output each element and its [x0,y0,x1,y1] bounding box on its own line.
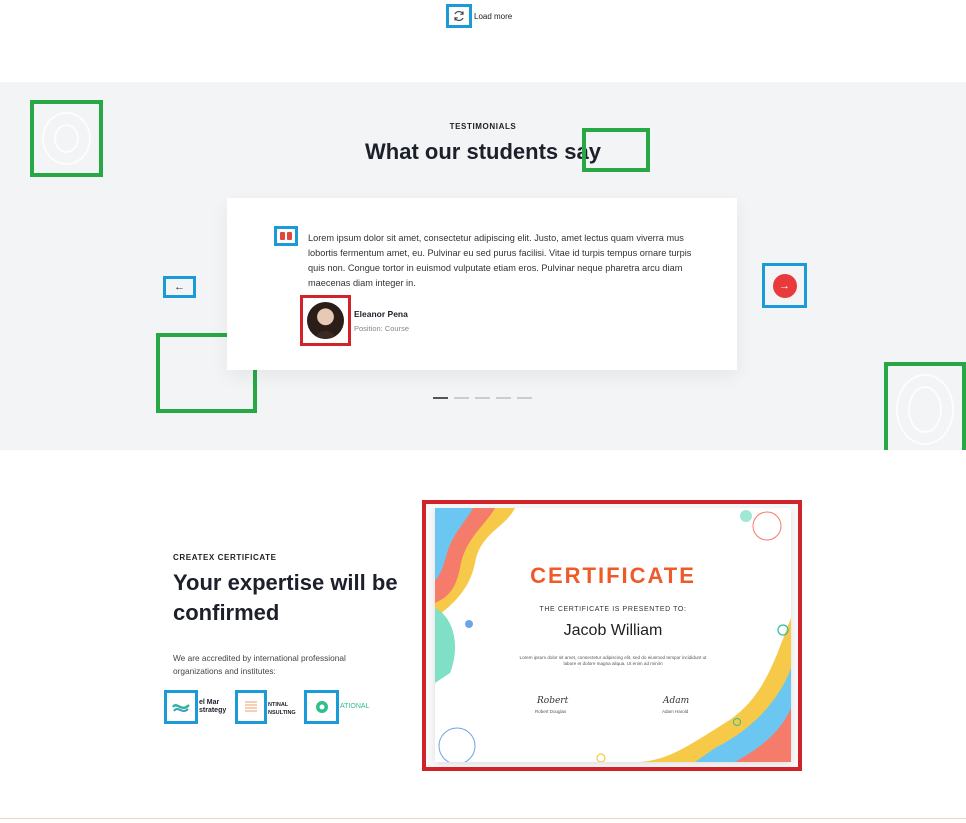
signature: Adam [663,696,690,706]
testimonials-section: TESTIMONIALS What our students say Lorem… [0,82,966,450]
refresh-icon [446,4,472,28]
arrow-left-icon: ← [174,281,185,293]
certificate-body: Lorem ipsum dolor sit amet, consectetur … [519,655,707,666]
pagination-dot[interactable] [475,397,490,399]
signatory-name: Adam Harold [662,709,689,714]
pagination-dot[interactable] [454,397,469,399]
lines-logo-icon [245,701,257,712]
signature: Robert [537,696,569,706]
certificate-title: CERTIFICATE [530,563,696,588]
partner-name: ATIONAL [340,703,370,710]
pagination-dot[interactable] [433,397,448,399]
pagination-dot[interactable] [517,397,532,399]
partner-logo-consulting[interactable] [235,690,267,724]
arrow-right-icon: → [779,279,790,292]
quote-icon [274,226,298,246]
top-strip: Load more [0,0,966,82]
pagination-dot[interactable] [496,397,511,399]
testimonial-quote: Lorem ipsum dolor sit amet, consectetur … [308,233,692,288]
author-position: Position: Course [354,324,410,333]
divider [0,818,966,819]
testimonials-eyebrow: TESTIMONIALS [449,122,517,131]
certificate-presented-to: THE CERTIFICATE IS PRESENTED TO: [539,606,687,613]
certificate-section-description: We are accredited by international profe… [173,653,346,676]
decorative-rings-icon [884,362,966,450]
circle-logo-icon [315,701,328,713]
testimonials-title: What our students say [365,139,601,164]
testimonial-card: Lorem ipsum dolor sit amet, consectetur … [227,198,737,370]
partner-name: NTINAL NSULTING [268,702,296,716]
partner-logo-delmar[interactable] [164,690,198,724]
certificate-eyebrow: CREATEX CERTIFICATE [173,553,277,562]
signatory-name: Robert Douglas [535,709,567,714]
decorative-rings-icon [30,100,103,177]
partner-logo-national[interactable] [304,690,339,724]
decorative-rings-icon [582,128,650,172]
swirl-logo-icon [172,704,190,712]
partner-name: el Mar strategy [199,699,227,714]
author-name: Eleanor Pena [354,309,408,319]
prev-slide-button[interactable]: ← [163,276,196,298]
certificate-section-title: Your expertise will be confirmed [173,570,398,625]
next-slide-button[interactable]: → [762,263,807,308]
certificate-image: CERTIFICATE THE CERTIFICATE IS PRESENTED… [435,508,791,762]
avatar [300,295,351,346]
load-more-button[interactable]: Load more [446,4,512,28]
certificate-recipient-name: Jacob William [563,622,663,639]
load-more-label: Load more [474,11,513,21]
slider-pagination [433,397,532,399]
